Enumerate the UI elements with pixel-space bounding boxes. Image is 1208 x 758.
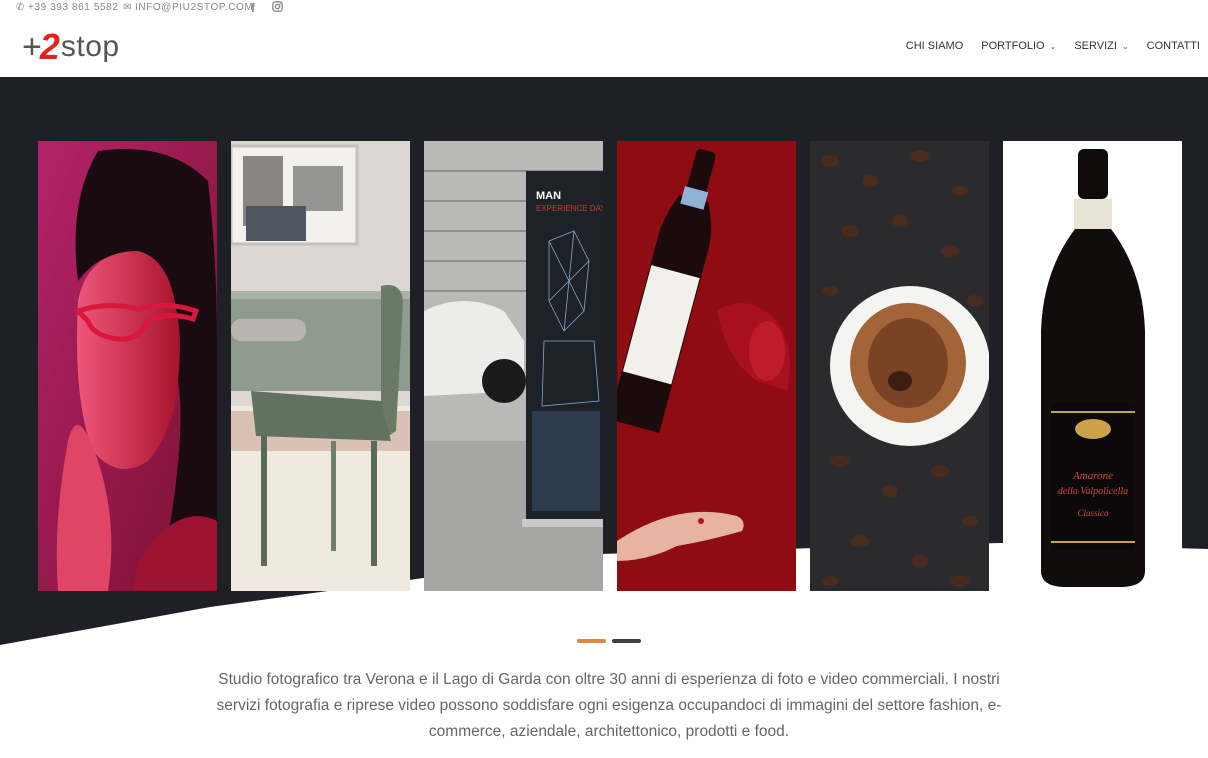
- studio-description: Studio fotografico tra Verona e il Lago …: [216, 671, 1002, 740]
- slide-amarone[interactable]: Amarone della Valpolicella Classico: [1003, 141, 1182, 591]
- wine-label-classico: Classico: [1077, 508, 1109, 518]
- email-contact[interactable]: ✉ INFO@PIU2STOP.COM: [123, 2, 253, 13]
- banner-title: MAN: [536, 190, 561, 202]
- logo-stop: stop: [60, 30, 120, 63]
- slide-chair-interior[interactable]: [231, 141, 410, 591]
- nav-item-contatti[interactable]: CONTATTI: [1147, 40, 1200, 52]
- site-logo[interactable]: + 2 stop: [22, 26, 120, 67]
- slide-coffee[interactable]: [810, 141, 989, 591]
- slider-dot-2[interactable]: [612, 639, 641, 643]
- hero-slider: MAN EXPERIENCE DAY Amarone della Valpoli…: [0, 77, 1208, 647]
- phone-number: +39 393 861 5582: [27, 2, 119, 13]
- site-header: + 2 stop CHI SIAMO PORTFOLIO ⌄ SERVIZI ⌄ C…: [0, 16, 1208, 77]
- chevron-down-icon: ⌄: [1049, 41, 1057, 51]
- nav-label: SERVIZI: [1074, 40, 1117, 52]
- slider-dot-1[interactable]: [577, 639, 606, 643]
- wine-label-region: della Valpolicella: [1058, 486, 1128, 497]
- nav-item-servizi[interactable]: SERVIZI ⌄: [1074, 40, 1128, 52]
- logo-two: 2: [39, 26, 60, 67]
- slide-red-wine[interactable]: [617, 141, 796, 591]
- nav-label: CONTATTI: [1146, 40, 1200, 52]
- slide-fashion-portrait[interactable]: [38, 141, 217, 591]
- nav-label: CHI SIAMO: [905, 40, 964, 52]
- nav-label: PORTFOLIO: [981, 40, 1045, 52]
- instagram-icon[interactable]: [272, 1, 283, 12]
- email-address: INFO@PIU2STOP.COM: [134, 2, 254, 13]
- nav-item-portfolio[interactable]: PORTFOLIO ⌄: [981, 40, 1056, 52]
- main-nav: CHI SIAMO PORTFOLIO ⌄ SERVIZI ⌄ CONTATTI: [888, 40, 1200, 52]
- banner-subtitle: EXPERIENCE DAY: [536, 204, 603, 213]
- phone-contact[interactable]: ✆ +39 393 861 5582: [16, 2, 119, 13]
- chevron-down-icon: ⌄: [1121, 41, 1129, 51]
- wine-label-name: Amarone: [1072, 470, 1113, 482]
- phone-icon: ✆: [16, 2, 25, 13]
- envelope-icon: ✉: [123, 2, 132, 13]
- slide-event-rollup[interactable]: MAN EXPERIENCE DAY: [424, 141, 603, 591]
- slider-dots: [577, 639, 641, 643]
- facebook-icon[interactable]: f: [251, 1, 256, 15]
- top-contact-bar: ✆ +39 393 861 5582 ✉ INFO@PIU2STOP.COM f: [0, 0, 1208, 16]
- nav-item-chi-siamo[interactable]: CHI SIAMO: [906, 40, 963, 52]
